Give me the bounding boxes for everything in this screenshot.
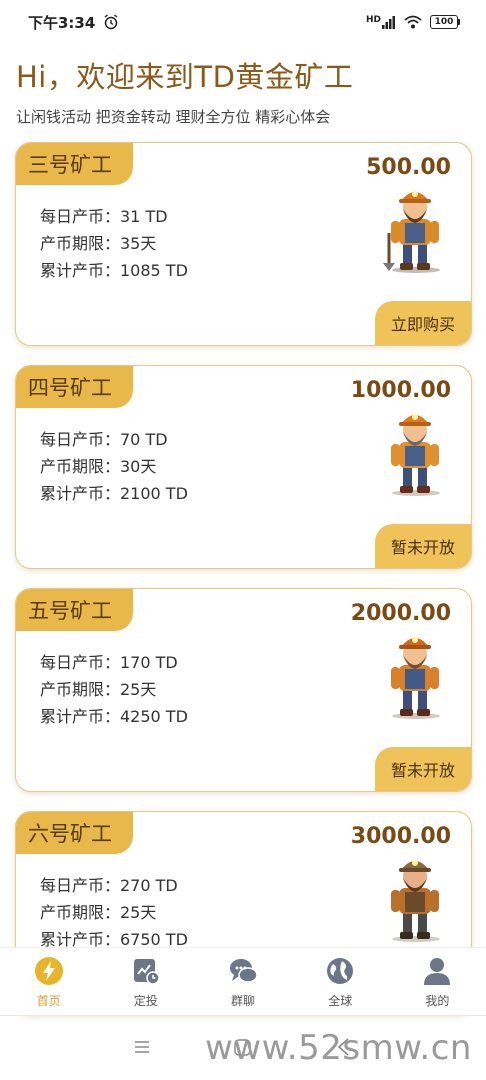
daily-output: 每日产币：31 TD bbox=[40, 207, 168, 226]
page-title: Hi，欢迎来到TD黄金矿工 bbox=[16, 60, 354, 94]
hd-label: HD bbox=[365, 14, 381, 25]
not-open-button[interactable]: 暂未开放 bbox=[375, 747, 471, 791]
miner-illustration bbox=[391, 414, 440, 496]
nav-label: 定投 bbox=[133, 994, 158, 1008]
globe-icon bbox=[327, 958, 354, 984]
status-bar: 下午3:34 HD 100 bbox=[0, 0, 486, 44]
nav-global[interactable]: 全球 bbox=[292, 948, 389, 1015]
miner-illustration bbox=[391, 637, 440, 719]
total-output: 累计产币：4250 TD bbox=[40, 707, 188, 726]
miner-stats: 每日产币：170 TD 产币期限：25天 累计产币：4250 TD bbox=[40, 649, 188, 730]
miner-card: 四号矿工 1000.00 每日产币：70 TD 产币期限：30天 累计产币：21… bbox=[15, 365, 472, 569]
menu-icon[interactable] bbox=[134, 1040, 150, 1054]
daily-output: 每日产币：70 TD bbox=[40, 430, 168, 449]
nav-label: 首页 bbox=[36, 994, 61, 1008]
miner-card: 三号矿工 500.00 每日产币：31 TD 产币期限：35天 累计产币：108… bbox=[15, 142, 472, 346]
miner-illustration bbox=[391, 860, 440, 942]
output-period: 产币期限：35天 bbox=[40, 234, 157, 253]
daily-output: 每日产币：270 TD bbox=[40, 876, 178, 895]
nav-label: 群聊 bbox=[231, 994, 256, 1008]
miner-stats: 每日产币：31 TD 产币期限：35天 累计产币：1085 TD bbox=[40, 203, 188, 284]
output-period: 产币期限：25天 bbox=[40, 903, 157, 922]
chat-bubbles-icon bbox=[230, 959, 258, 983]
daily-output: 每日产币：170 TD bbox=[40, 653, 178, 672]
miner-name-tag: 四号矿工 bbox=[16, 366, 133, 408]
total-output: 累计产币：2100 TD bbox=[40, 484, 188, 503]
lightning-icon bbox=[34, 957, 63, 985]
nav-invest[interactable]: 定投 bbox=[97, 948, 194, 1015]
battery-icon: 100 bbox=[430, 15, 460, 29]
miner-card: 五号矿工 2000.00 每日产币：170 TD 产币期限：25天 累计产币：4… bbox=[15, 588, 472, 792]
status-time: 下午3:34 bbox=[28, 13, 96, 32]
miner-price: 2000.00 bbox=[350, 601, 451, 626]
output-period: 产币期限：30天 bbox=[40, 457, 157, 476]
nav-home[interactable]: 首页 bbox=[0, 948, 97, 1015]
miner-illustration bbox=[383, 191, 440, 273]
alarm-clock-icon bbox=[104, 14, 118, 30]
output-period: 产币期限：25天 bbox=[40, 680, 157, 699]
miner-name-tag: 五号矿工 bbox=[16, 589, 133, 631]
bottom-nav: 首页 定投 群聊 全球 我的 bbox=[0, 947, 486, 1015]
signal-icon: HD bbox=[365, 14, 396, 29]
miner-name-tag: 三号矿工 bbox=[16, 143, 133, 185]
page-subtitle: 让闲钱活动 把资金转动 理财全方位 精彩心体会 bbox=[16, 108, 331, 126]
miner-price: 1000.00 bbox=[350, 378, 451, 403]
miner-name-tag: 六号矿工 bbox=[16, 812, 133, 854]
wifi-icon bbox=[404, 15, 422, 29]
miner-price: 500.00 bbox=[366, 155, 451, 180]
nav-label: 我的 bbox=[425, 994, 450, 1008]
miner-stats: 每日产币：270 TD 产币期限：25天 累计产币：6750 TD bbox=[40, 872, 188, 953]
total-output: 累计产币：1085 TD bbox=[40, 261, 188, 280]
nav-profile[interactable]: 我的 bbox=[389, 948, 486, 1015]
buy-button[interactable]: 立即购买 bbox=[375, 301, 471, 345]
nav-label: 全球 bbox=[328, 994, 353, 1008]
battery-level: 100 bbox=[434, 17, 454, 27]
user-icon bbox=[424, 958, 451, 985]
not-open-button[interactable]: 暂未开放 bbox=[375, 524, 471, 568]
chart-clock-icon bbox=[133, 959, 160, 985]
miner-stats: 每日产币：70 TD 产币期限：30天 累计产币：2100 TD bbox=[40, 426, 188, 507]
watermark: www.52smw.cn bbox=[205, 1028, 472, 1068]
miner-price: 3000.00 bbox=[350, 824, 451, 849]
nav-group-chat[interactable]: 群聊 bbox=[194, 948, 291, 1015]
